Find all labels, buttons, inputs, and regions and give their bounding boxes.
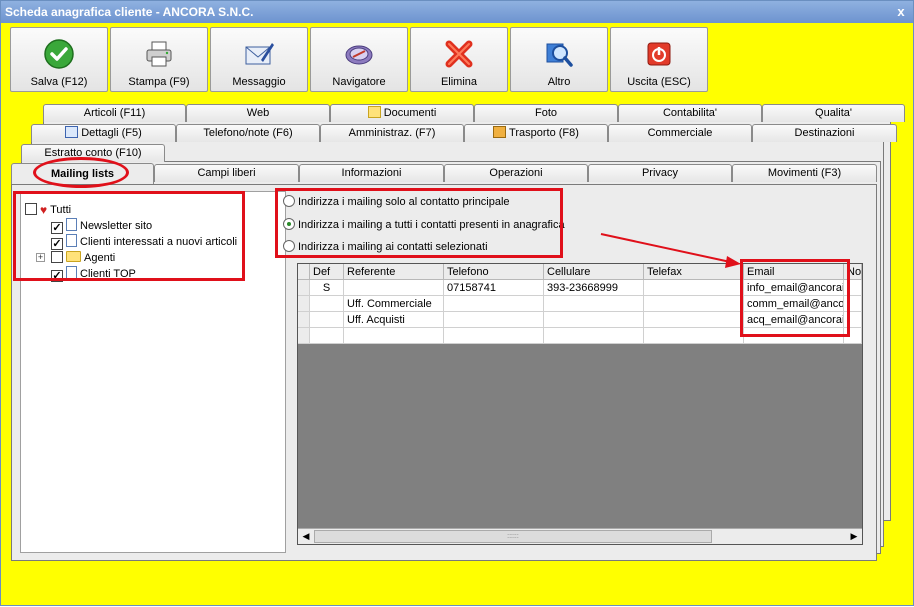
- title-bar: Scheda anagrafica cliente - ANCORA S.N.C…: [1, 1, 913, 23]
- scroll-right-icon[interactable]: ▶: [847, 530, 861, 543]
- truck-icon: [493, 126, 507, 138]
- tab-operazioni[interactable]: Operazioni: [444, 164, 588, 182]
- scroll-left-icon[interactable]: ◀: [299, 530, 313, 543]
- options-highlight-box: [275, 188, 563, 258]
- tab-commerciale[interactable]: Commerciale: [608, 124, 752, 142]
- column-referente[interactable]: Referente: [344, 264, 444, 280]
- tree-highlight-box: [13, 191, 245, 281]
- column-telefono[interactable]: Telefono: [444, 264, 544, 280]
- grid-cell[interactable]: [344, 280, 444, 296]
- envelope-pen-icon: [245, 43, 274, 65]
- message-button[interactable]: Messaggio: [210, 27, 308, 92]
- tab-destinazioni[interactable]: Destinazioni: [752, 124, 897, 142]
- tab-trasporto[interactable]: Trasporto (F8): [464, 124, 608, 142]
- tab-dettagli[interactable]: Dettagli (F5): [31, 124, 176, 142]
- tab-qualita[interactable]: Qualita': [762, 104, 905, 122]
- row-indicator[interactable]: [298, 312, 310, 328]
- tab-movimenti[interactable]: Movimenti (F3): [732, 164, 877, 182]
- magnifier-icon: [546, 43, 573, 67]
- delete-button-label: Elimina: [440, 76, 478, 88]
- grid-cell[interactable]: [544, 312, 644, 328]
- delete-x-icon: [445, 40, 473, 68]
- grid-cell[interactable]: Uff. Commerciale: [344, 296, 444, 312]
- check-icon: [44, 39, 74, 69]
- navigator-button[interactable]: Navigatore: [310, 27, 408, 92]
- grid-cell[interactable]: [444, 296, 544, 312]
- row-indicator[interactable]: [298, 280, 310, 296]
- grid-cell[interactable]: 07158741: [444, 280, 544, 296]
- grid-cell[interactable]: [644, 280, 744, 296]
- printer-icon: [146, 41, 172, 67]
- column-def[interactable]: Def: [310, 264, 344, 280]
- window-title: Scheda anagrafica cliente - ANCORA S.N.C…: [5, 5, 254, 19]
- grid-cell[interactable]: [310, 296, 344, 312]
- close-icon[interactable]: x: [893, 4, 909, 20]
- highlight-ellipse: [33, 157, 129, 188]
- tab-telefono-note[interactable]: Telefono/note (F6): [176, 124, 320, 142]
- customer-record-window: Scheda anagrafica cliente - ANCORA S.N.C…: [0, 0, 914, 606]
- email-highlight-box: [740, 259, 850, 337]
- tab-articoli[interactable]: Articoli (F11): [43, 104, 186, 122]
- column-telefax[interactable]: Telefax: [644, 264, 744, 280]
- grid-indicator-header: [298, 264, 310, 280]
- scroll-thumb[interactable]: ::::::: [314, 530, 712, 543]
- grid-cell[interactable]: [644, 328, 744, 344]
- row-indicator[interactable]: [298, 296, 310, 312]
- power-icon: [647, 42, 671, 66]
- more-button[interactable]: Altro: [510, 27, 608, 92]
- grid-cell[interactable]: [644, 296, 744, 312]
- more-button-label: Altro: [547, 76, 571, 88]
- print-button-label: Stampa (F9): [128, 76, 190, 88]
- tab-web[interactable]: Web: [186, 104, 330, 122]
- exit-button[interactable]: Uscita (ESC): [610, 27, 708, 92]
- grid-cell[interactable]: 393-23668999: [544, 280, 644, 296]
- grid-cell[interactable]: [444, 328, 544, 344]
- compass-icon: [345, 45, 373, 65]
- navigator-button-label: Navigatore: [332, 76, 386, 88]
- delete-button[interactable]: Elimina: [410, 27, 508, 92]
- grid-cell[interactable]: [344, 328, 444, 344]
- grid-cell[interactable]: [544, 296, 644, 312]
- tab-campi-liberi[interactable]: Campi liberi: [154, 164, 299, 182]
- grid-cell[interactable]: [310, 328, 344, 344]
- exit-button-label: Uscita (ESC): [627, 76, 691, 88]
- tab-amministraz[interactable]: Amministraz. (F7): [320, 124, 464, 142]
- horizontal-scrollbar[interactable]: ◀ :::::: ▶: [298, 528, 862, 544]
- folder-icon: [367, 106, 381, 118]
- grid-cell[interactable]: [544, 328, 644, 344]
- row-indicator[interactable]: [298, 328, 310, 344]
- save-button[interactable]: Salva (F12): [10, 27, 108, 92]
- column-cellulare[interactable]: Cellulare: [544, 264, 644, 280]
- save-button-label: Salva (F12): [30, 76, 88, 88]
- calendar-icon: [65, 126, 79, 138]
- print-button[interactable]: Stampa (F9): [110, 27, 208, 92]
- grid-cell[interactable]: [444, 312, 544, 328]
- tab-foto[interactable]: Foto: [474, 104, 618, 122]
- grid-cell[interactable]: Uff. Acquisti: [344, 312, 444, 328]
- grid-cell[interactable]: S: [310, 280, 344, 296]
- message-button-label: Messaggio: [232, 76, 286, 88]
- tab-privacy[interactable]: Privacy: [588, 164, 732, 182]
- grid-cell[interactable]: [644, 312, 744, 328]
- tab-contabilita[interactable]: Contabilita': [618, 104, 762, 122]
- grid-cell[interactable]: [310, 312, 344, 328]
- tab-documenti[interactable]: Documenti: [330, 104, 474, 122]
- tab-informazioni[interactable]: Informazioni: [299, 164, 444, 182]
